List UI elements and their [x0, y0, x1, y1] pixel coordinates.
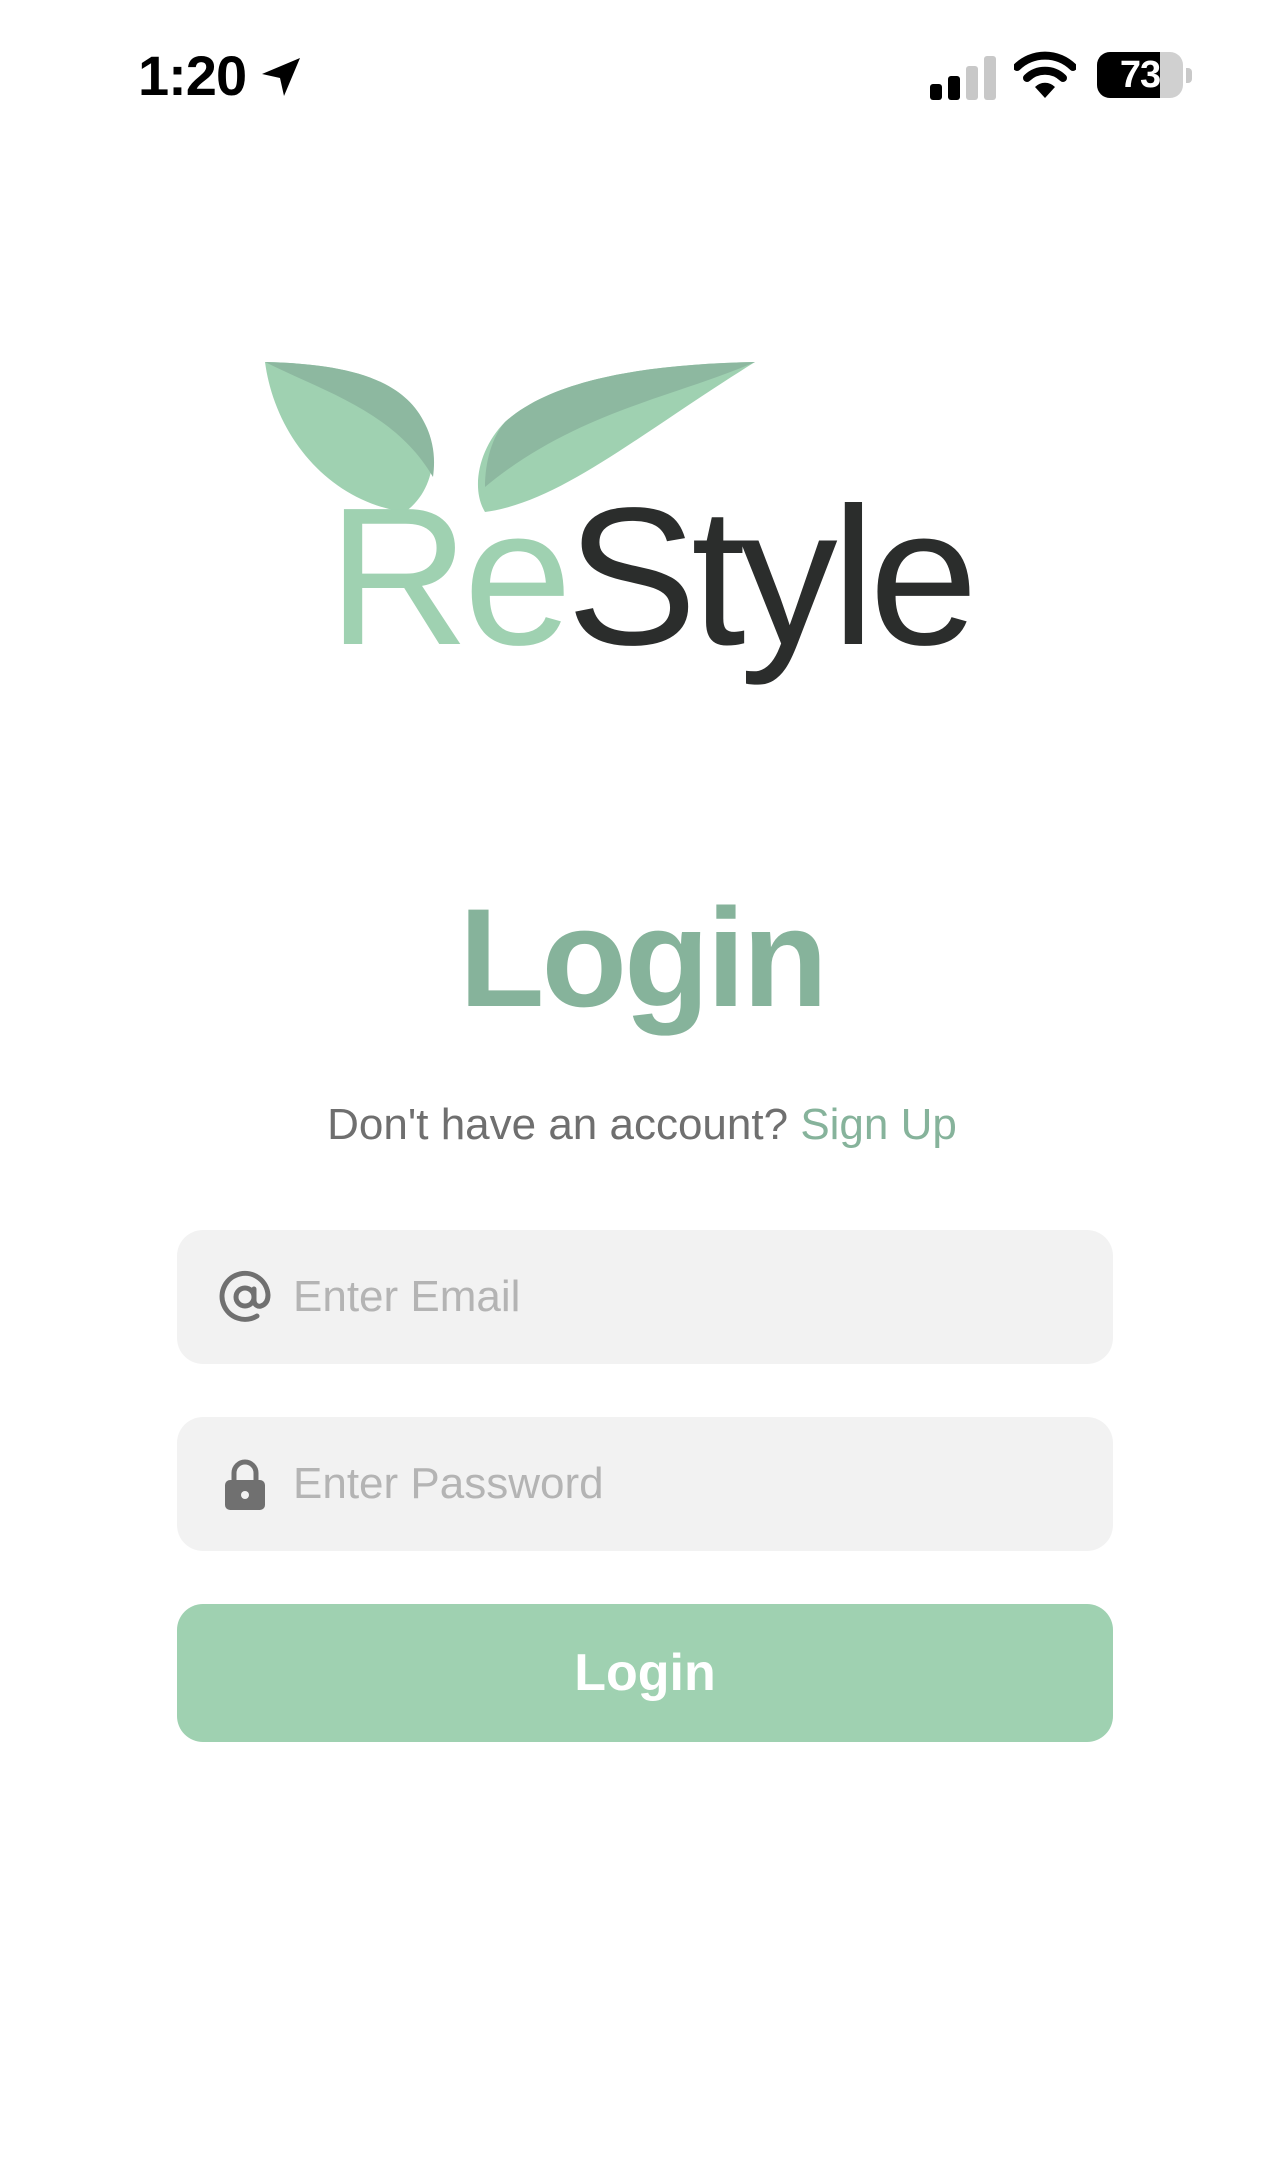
- password-input[interactable]: [293, 1417, 1083, 1551]
- restyle-logo: ReStyle: [265, 362, 978, 686]
- signup-prompt: Don't have an account? Sign Up: [0, 1100, 1284, 1150]
- battery-icon: 73: [1097, 52, 1193, 100]
- battery-cap: [1186, 68, 1192, 83]
- logo-text: ReStyle: [328, 467, 972, 686]
- lock-icon: [225, 1459, 265, 1510]
- status-time: 1:20: [138, 44, 247, 107]
- email-field[interactable]: [177, 1230, 1113, 1364]
- cellular-signal-icon: [930, 56, 996, 100]
- battery-level: 73: [1119, 54, 1161, 96]
- signal-bar-2: [948, 76, 960, 100]
- signal-bar-4: [984, 56, 996, 100]
- logo-text-re: Re: [328, 467, 567, 686]
- signup-link[interactable]: Sign Up: [800, 1100, 957, 1149]
- signal-bar-3: [966, 66, 978, 100]
- wifi-icon: [1014, 51, 1076, 98]
- at-sign-icon: [219, 1270, 271, 1322]
- login-button[interactable]: Login: [177, 1604, 1113, 1742]
- battery-body: 73: [1097, 52, 1183, 98]
- email-input[interactable]: [293, 1230, 1083, 1364]
- signal-bar-1: [930, 84, 942, 100]
- location-arrow-icon: [262, 58, 300, 96]
- password-field[interactable]: [177, 1417, 1113, 1551]
- status-bar: 1:20 73: [0, 0, 1284, 150]
- page-title: Login: [459, 879, 828, 1036]
- logo-text-style: Style: [566, 467, 972, 686]
- signup-prompt-text: Don't have an account?: [327, 1100, 789, 1149]
